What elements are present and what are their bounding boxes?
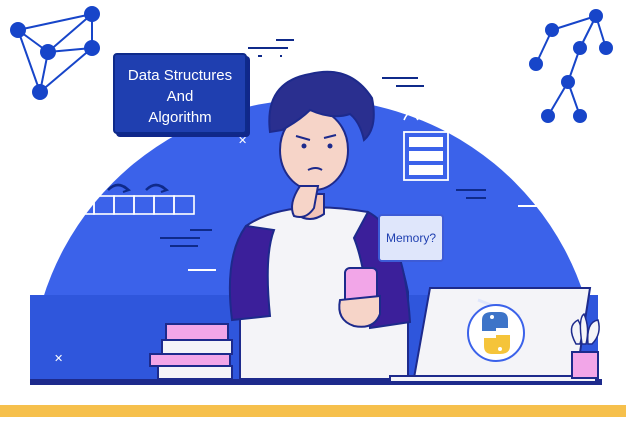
illustration-svg: ✕ ✕ ✕ ✕ <box>0 6 626 417</box>
title-line-1: Data Structures <box>127 67 233 84</box>
svg-text:✕: ✕ <box>476 111 485 123</box>
python-logo-icon <box>467 304 525 362</box>
svg-text:✕: ✕ <box>238 135 247 147</box>
tree-structure-decor <box>529 9 613 123</box>
svg-text:✕: ✕ <box>54 353 63 365</box>
floor-strip <box>0 405 626 417</box>
illustration-canvas: ✕ ✕ ✕ ✕ <box>0 0 626 417</box>
graph-network-decor <box>10 6 100 100</box>
title-line-3: Algorithm <box>148 109 212 126</box>
topic-title-box: Data Structures And Algorithm <box>113 53 247 134</box>
thought-bubble: Memory? <box>378 214 444 262</box>
title-line-2: And <box>166 88 194 105</box>
